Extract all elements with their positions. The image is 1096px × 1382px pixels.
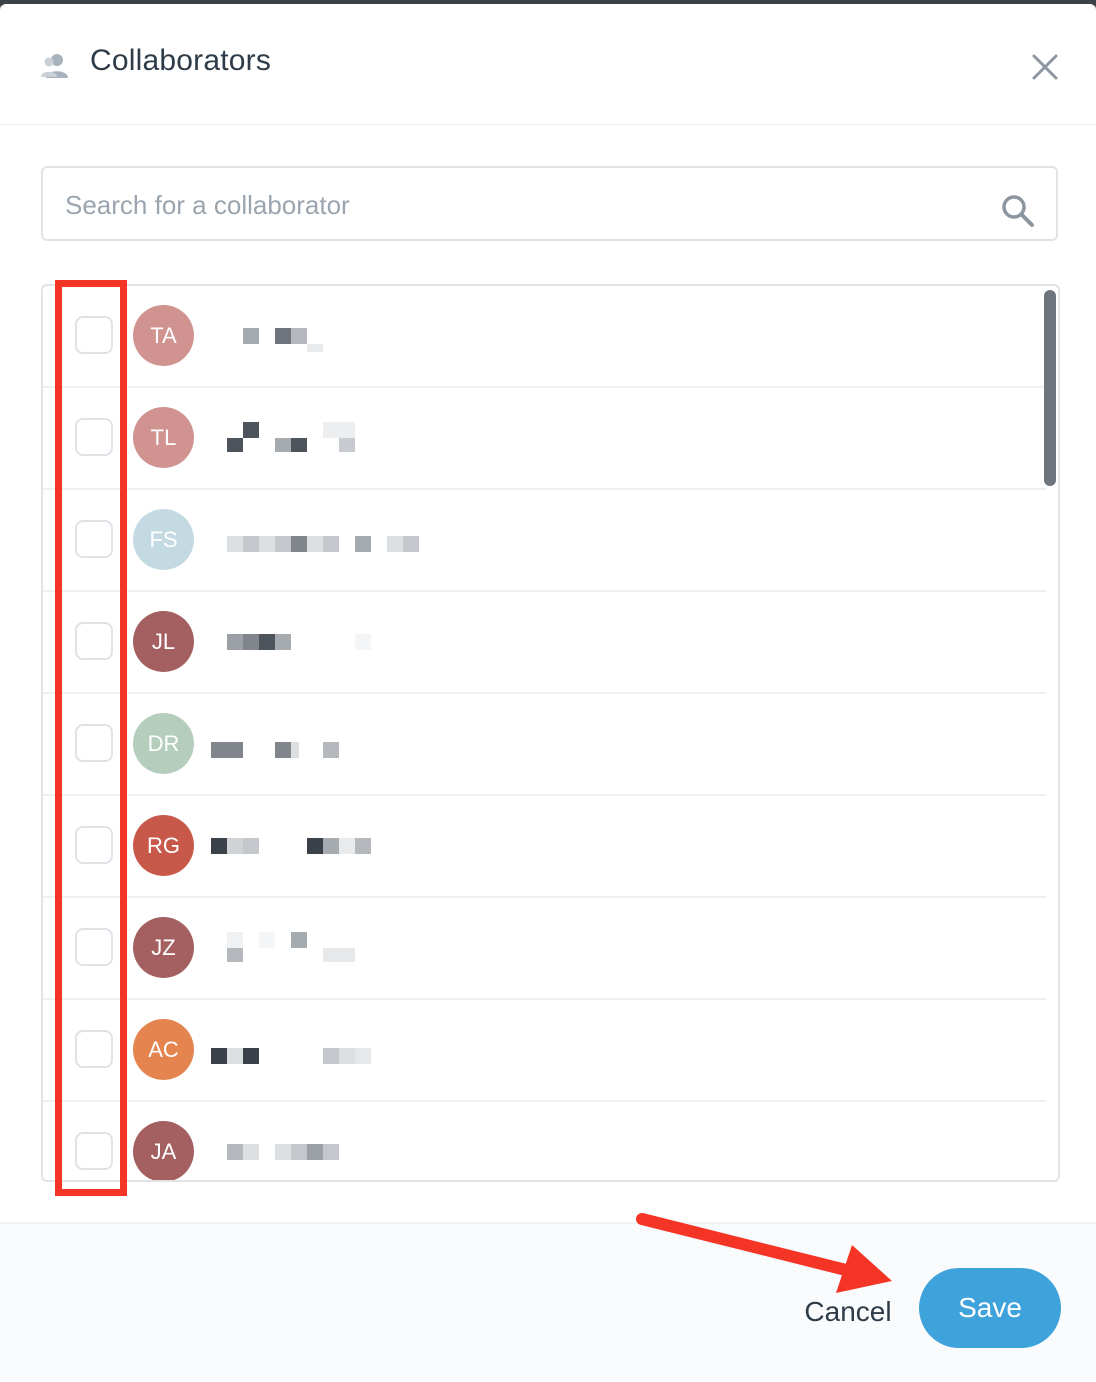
collaborator-checkbox[interactable] bbox=[75, 520, 113, 558]
avatar: DR bbox=[133, 713, 194, 774]
cancel-button[interactable]: Cancel bbox=[792, 1292, 904, 1332]
avatar: JZ bbox=[133, 917, 194, 978]
collaborator-name-redacted bbox=[211, 728, 511, 758]
collaborator-row[interactable]: JA bbox=[43, 1102, 1046, 1180]
collaborator-row[interactable]: JL bbox=[43, 592, 1046, 694]
list-scrollbar[interactable] bbox=[1044, 290, 1056, 486]
avatar: TA bbox=[133, 305, 194, 366]
dialog-header: Collaborators bbox=[0, 4, 1096, 125]
avatar: JA bbox=[133, 1121, 194, 1180]
collaborator-checkbox[interactable] bbox=[75, 724, 113, 762]
collaborator-name-redacted bbox=[211, 1136, 511, 1166]
search-input[interactable] bbox=[63, 178, 967, 232]
collaborator-name-redacted bbox=[211, 830, 511, 860]
collaborator-name-redacted bbox=[211, 626, 511, 656]
collaborator-checkbox[interactable] bbox=[75, 1030, 113, 1068]
collaborator-row[interactable]: AC bbox=[43, 1000, 1046, 1102]
avatar: AC bbox=[133, 1019, 194, 1080]
avatar: FS bbox=[133, 509, 194, 570]
close-icon bbox=[1032, 54, 1058, 80]
save-button[interactable]: Save bbox=[919, 1268, 1061, 1348]
dialog-title: Collaborators bbox=[90, 44, 272, 77]
avatar: JL bbox=[133, 611, 194, 672]
collaborator-row[interactable]: FS bbox=[43, 490, 1046, 592]
collaborator-row[interactable]: DR bbox=[43, 694, 1046, 796]
collaborator-checkbox[interactable] bbox=[75, 418, 113, 456]
avatar: RG bbox=[133, 815, 194, 876]
collaborator-row[interactable]: TL bbox=[43, 388, 1046, 490]
collaborator-name-redacted bbox=[211, 422, 511, 452]
collaborator-name-redacted bbox=[211, 320, 511, 352]
collaborator-row[interactable]: RG bbox=[43, 796, 1046, 898]
collaborator-name-redacted bbox=[211, 932, 511, 962]
collaborator-checkbox[interactable] bbox=[75, 826, 113, 864]
collaborator-list[interactable]: TA TL FS JL DR RG JZ AC JA bbox=[41, 284, 1060, 1182]
collaborator-row[interactable]: TA bbox=[43, 286, 1046, 388]
search-field[interactable] bbox=[41, 166, 1058, 241]
collaborator-row[interactable]: JZ bbox=[43, 898, 1046, 1000]
avatar: TL bbox=[133, 407, 194, 468]
users-icon bbox=[41, 54, 68, 78]
collaborator-name-redacted bbox=[211, 524, 511, 554]
collaborator-name-redacted bbox=[211, 1034, 511, 1064]
dialog-footer: Cancel Save bbox=[0, 1222, 1096, 1382]
collaborator-checkbox[interactable] bbox=[75, 622, 113, 660]
collaborators-dialog: Collaborators TA TL bbox=[0, 4, 1096, 1382]
collaborator-checkbox[interactable] bbox=[75, 316, 113, 354]
close-button[interactable] bbox=[1026, 48, 1064, 86]
search-icon[interactable] bbox=[1001, 194, 1035, 228]
collaborator-checkbox[interactable] bbox=[75, 928, 113, 966]
collaborator-checkbox[interactable] bbox=[75, 1132, 113, 1170]
